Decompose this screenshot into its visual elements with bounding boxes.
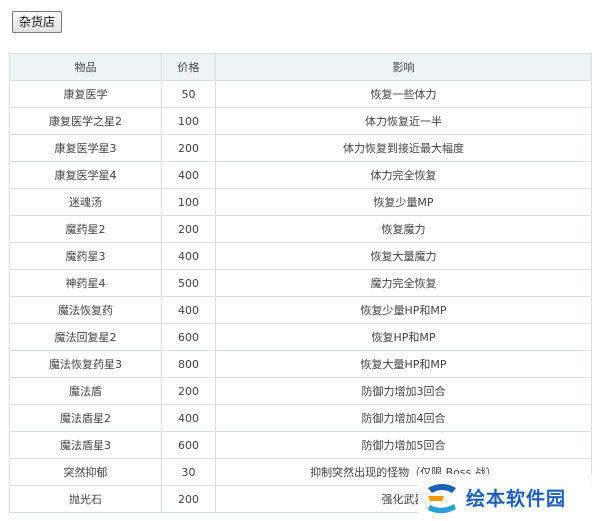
cell-effect: 防御力增加3回合 (215, 377, 592, 405)
header-price: 价格 (161, 53, 216, 81)
cell-item: 迷魂汤 (9, 188, 162, 216)
cell-effect: 恢复大量HP和MP (215, 350, 592, 378)
table-row: 神药星4 500 魔力完全恢复 (9, 269, 592, 297)
site-watermark: 绘本软件园 (418, 474, 600, 521)
table-row: 魔药星2 200 恢复魔力 (9, 215, 592, 243)
table-row: 魔法盾 200 防御力增加3回合 (9, 377, 592, 405)
table-row: 康复医学星4 400 体力完全恢复 (9, 161, 592, 189)
cell-price: 30 (161, 458, 216, 486)
table-row: 魔法盾星3 600 防御力增加5回合 (9, 431, 592, 459)
cell-item: 突然抑郁 (9, 458, 162, 486)
table-row: 魔法恢复药星3 800 恢复大量HP和MP (9, 350, 592, 378)
cell-price: 200 (161, 215, 216, 243)
watermark-logo-icon (428, 483, 456, 513)
cell-price: 100 (161, 107, 216, 135)
cell-effect: 恢复HP和MP (215, 323, 592, 351)
header-item: 物品 (9, 53, 162, 81)
cell-price: 400 (161, 161, 216, 189)
cell-item: 魔法恢复药 (9, 296, 162, 324)
cell-item: 魔法恢复药星3 (9, 350, 162, 378)
table-row: 魔法盾星2 400 防御力增加4回合 (9, 404, 592, 432)
cell-price: 200 (161, 377, 216, 405)
table-row: 康复医学星3 200 体力恢复到接近最大幅度 (9, 134, 592, 162)
cell-effect: 魔力完全恢复 (215, 269, 592, 297)
cell-item: 康复医学星3 (9, 134, 162, 162)
cell-item: 康复医学 (9, 80, 162, 108)
cell-item: 魔法盾星3 (9, 431, 162, 459)
table-header-row: 物品 价格 影响 (9, 53, 592, 81)
table-row: 魔法回复星2 600 恢复HP和MP (9, 323, 592, 351)
cell-price: 200 (161, 134, 216, 162)
cell-effect: 防御力增加4回合 (215, 404, 592, 432)
cell-effect: 恢复一些体力 (215, 80, 592, 108)
cell-effect: 体力恢复到接近最大幅度 (215, 134, 592, 162)
cell-price: 400 (161, 404, 216, 432)
cell-effect: 恢复大量魔力 (215, 242, 592, 270)
cell-price: 500 (161, 269, 216, 297)
cell-price: 50 (161, 80, 216, 108)
cell-item: 神药星4 (9, 269, 162, 297)
cell-item: 魔药星2 (9, 215, 162, 243)
table-row: 康复医学之星2 100 体力恢复近一半 (9, 107, 592, 135)
table-row: 魔法恢复药 400 恢复少量HP和MP (9, 296, 592, 324)
cell-item: 魔法回复星2 (9, 323, 162, 351)
header-effect: 影响 (215, 53, 592, 81)
cell-price: 600 (161, 431, 216, 459)
cell-item: 抛光石 (9, 485, 162, 513)
cell-item: 魔法盾星2 (9, 404, 162, 432)
cell-effect: 防御力增加5回合 (215, 431, 592, 459)
grocery-store-button[interactable]: 杂货店 (12, 11, 63, 33)
cell-price: 400 (161, 242, 216, 270)
cell-price: 100 (161, 188, 216, 216)
cell-effect: 恢复魔力 (215, 215, 592, 243)
cell-item: 康复医学之星2 (9, 107, 162, 135)
cell-effect: 恢复少量MP (215, 188, 592, 216)
table-row: 康复医学 50 恢复一些体力 (9, 80, 592, 108)
cell-effect: 体力恢复近一半 (215, 107, 592, 135)
cell-price: 600 (161, 323, 216, 351)
cell-effect: 恢复少量HP和MP (215, 296, 592, 324)
item-table: 物品 价格 影响 康复医学 50 恢复一些体力 康复医学之星2 100 体力恢复近一半 … (9, 53, 592, 513)
watermark-text: 绘本软件园 (466, 488, 567, 510)
cell-effect: 体力完全恢复 (215, 161, 592, 189)
cell-item: 康复医学星4 (9, 161, 162, 189)
cell-price: 400 (161, 296, 216, 324)
cell-item: 魔药星3 (9, 242, 162, 270)
table-row: 魔药星3 400 恢复大量魔力 (9, 242, 592, 270)
table-row: 迷魂汤 100 恢复少量MP (9, 188, 592, 216)
cell-price: 800 (161, 350, 216, 378)
cell-item: 魔法盾 (9, 377, 162, 405)
cell-price: 200 (161, 485, 216, 513)
